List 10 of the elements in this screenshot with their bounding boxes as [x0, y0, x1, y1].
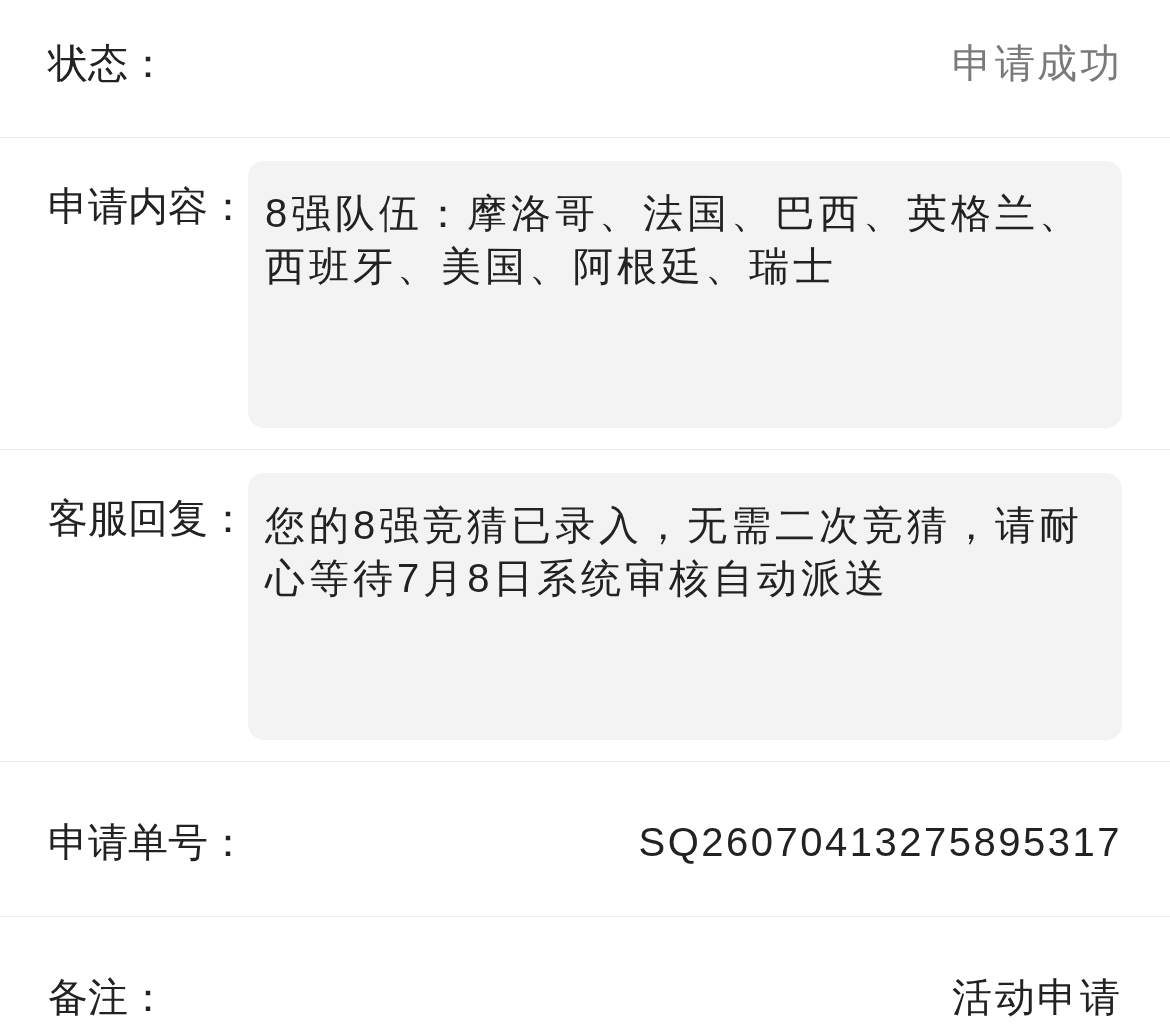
text-panel: 8强队伍：摩洛哥、法国、巴西、英格兰、西班牙、美国、阿根廷、瑞士 — [248, 161, 1122, 428]
field-label: 客服回复： — [48, 495, 248, 542]
field-label: 申请内容： — [48, 183, 248, 230]
field-label: 状态： — [48, 40, 168, 87]
field-value: 活动申请 — [952, 974, 1122, 1021]
field-label: 申请单号： — [48, 819, 248, 866]
field-value: SQ26070413275895317 — [638, 819, 1122, 866]
text-panel: 您的8强竞猜已录入，无需二次竞猜，请耐心等待7月8日系统审核自动派送 — [248, 473, 1122, 740]
field-value: 申请成功 — [952, 40, 1122, 87]
field-label: 备注： — [48, 974, 168, 1021]
